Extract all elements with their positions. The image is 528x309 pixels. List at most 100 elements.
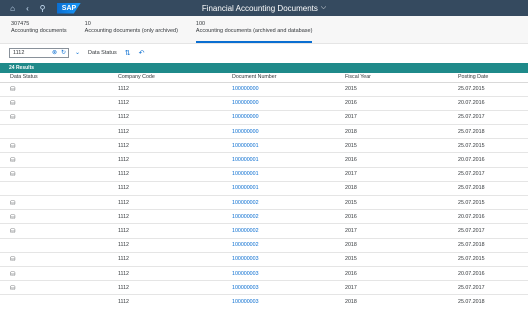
posting-date-cell: 25.07.2015 xyxy=(458,82,528,97)
fiscal-year-cell: 2015 xyxy=(345,252,458,267)
table-row[interactable]: 1112 100000001 2018 25.07.2018 xyxy=(0,181,528,197)
document-number-link[interactable]: 100000000 xyxy=(232,110,345,126)
app-title[interactable]: Financial Accounting Documents xyxy=(202,4,318,13)
table-row[interactable]: ⛁ 1112 100000001 2016 20.07.2016 xyxy=(0,152,528,168)
data-status-cell xyxy=(0,181,118,197)
data-status-cell: ⛁ xyxy=(0,138,118,154)
document-number-link[interactable]: 100000000 xyxy=(232,124,345,140)
data-status-cell: ⛁ xyxy=(0,252,118,267)
data-status-label[interactable]: Data Status xyxy=(88,50,117,56)
company-code-input[interactable]: 1112 ⊗ ↻ xyxy=(9,47,69,58)
archive-icon: ⛁ xyxy=(10,171,16,179)
home-icon[interactable]: ⌂ xyxy=(6,0,19,16)
company-code-cell: 1112 xyxy=(118,181,232,197)
table-row[interactable]: ⛁ 1112 100000001 2015 25.07.2015 xyxy=(0,138,528,154)
fiscal-year-cell: 2015 xyxy=(345,195,458,211)
document-number-link[interactable]: 100000002 xyxy=(232,195,345,211)
document-number-link[interactable]: 100000003 xyxy=(232,280,345,296)
posting-date-cell: 25.07.2017 xyxy=(458,110,528,126)
table-row[interactable]: ⛁ 1112 100000000 2015 25.07.2015 xyxy=(0,82,528,97)
archive-icon: ⛁ xyxy=(10,227,16,235)
archive-icon: ⛁ xyxy=(10,213,16,221)
document-number-link[interactable]: 100000001 xyxy=(232,167,345,182)
header-document-number[interactable]: Document Number xyxy=(232,73,345,83)
posting-date-cell: 20.07.2016 xyxy=(458,266,528,282)
data-status-cell: ⛁ xyxy=(0,152,118,168)
table-row[interactable]: 1112 100000002 2018 25.07.2018 xyxy=(0,238,528,253)
archive-icon: ⛁ xyxy=(10,157,16,165)
fiscal-year-cell: 2018 xyxy=(345,124,458,140)
tab-archived-only[interactable]: 10 Accounting documents (only archived) xyxy=(85,16,178,43)
document-number-link[interactable]: 100000000 xyxy=(232,96,345,111)
fiscal-year-cell: 2017 xyxy=(345,280,458,296)
company-code-cell: 1112 xyxy=(118,124,232,140)
document-number-link[interactable]: 100000002 xyxy=(232,209,345,225)
table-row[interactable]: ⛁ 1112 100000002 2017 25.07.2017 xyxy=(0,223,528,239)
settings-icon[interactable]: ⇅ xyxy=(125,49,131,57)
back-icon[interactable]: ‹ xyxy=(21,0,34,16)
data-status-cell: ⛁ xyxy=(0,266,118,282)
posting-date-cell: 20.07.2016 xyxy=(458,96,528,111)
fiscal-year-cell: 2016 xyxy=(345,209,458,225)
document-number-link[interactable]: 100000001 xyxy=(232,181,345,197)
document-number-link[interactable]: 100000003 xyxy=(232,266,345,282)
posting-date-cell: 20.07.2016 xyxy=(458,209,528,225)
company-code-cell: 1112 xyxy=(118,223,232,239)
results-bar: 24 Results xyxy=(0,63,528,73)
table-row[interactable]: ⛁ 1112 100000000 2017 25.07.2017 xyxy=(0,110,528,126)
company-code-cell: 1112 xyxy=(118,96,232,111)
document-number-link[interactable]: 100000003 xyxy=(232,252,345,267)
filter-bar: 1112 ⊗ ↻ ⌄ Data Status ⇅ ↶ xyxy=(0,44,528,61)
search-icon[interactable]: ⚲ xyxy=(36,0,49,16)
tab-archived-and-database[interactable]: 100 Accounting documents (archived and d… xyxy=(195,16,313,43)
data-status-cell xyxy=(0,294,118,309)
company-code-cell: 1112 xyxy=(118,110,232,126)
document-number-link[interactable]: 100000002 xyxy=(232,223,345,239)
fiscal-year-cell: 2015 xyxy=(345,82,458,97)
table-row[interactable]: 1112 100000003 2018 25.07.2018 xyxy=(0,294,528,309)
document-number-link[interactable]: 100000000 xyxy=(232,82,345,97)
shell-bar: ⌂ ‹ ⚲ SAP Financial Accounting Documents… xyxy=(0,0,528,16)
tab-accounting-documents[interactable]: 307475 Accounting documents xyxy=(11,16,67,43)
undo-icon[interactable]: ↶ xyxy=(139,49,145,57)
fiscal-year-cell: 2018 xyxy=(345,294,458,309)
fiscal-year-cell: 2016 xyxy=(345,266,458,282)
document-number-link[interactable]: 100000001 xyxy=(232,138,345,154)
fiscal-year-cell: 2017 xyxy=(345,167,458,182)
header-fiscal-year[interactable]: Fiscal Year xyxy=(345,73,458,83)
header-company-code[interactable]: Company Code xyxy=(118,73,232,83)
document-number-link[interactable]: 100000003 xyxy=(232,294,345,309)
company-code-cell: 1112 xyxy=(118,138,232,154)
posting-date-cell: 25.07.2015 xyxy=(458,195,528,211)
tab-label: Accounting documents (archived and datab… xyxy=(195,28,313,34)
refresh-icon[interactable]: ↻ xyxy=(59,49,68,56)
table-row[interactable]: ⛁ 1112 100000003 2016 20.07.2016 xyxy=(0,266,528,282)
sap-logo[interactable]: SAP xyxy=(57,2,81,14)
company-code-cell: 1112 xyxy=(118,280,232,296)
fiscal-year-cell: 2018 xyxy=(345,181,458,197)
posting-date-cell: 25.07.2017 xyxy=(458,167,528,182)
document-number-link[interactable]: 100000002 xyxy=(232,238,345,253)
table-row[interactable]: ⛁ 1112 100000003 2017 25.07.2017 xyxy=(0,280,528,296)
posting-date-cell: 25.07.2015 xyxy=(458,252,528,267)
header-data-status[interactable]: Data Status xyxy=(0,73,118,83)
table-row[interactable]: ⛁ 1112 100000001 2017 25.07.2017 xyxy=(0,167,528,182)
posting-date-cell: 20.07.2016 xyxy=(458,152,528,168)
fiscal-year-cell: 2018 xyxy=(345,238,458,253)
chevron-down-icon[interactable]: ⌵ xyxy=(321,4,326,12)
fiscal-year-cell: 2016 xyxy=(345,96,458,111)
table-row[interactable]: ⛁ 1112 100000002 2015 25.07.2015 xyxy=(0,195,528,211)
data-status-cell: ⛁ xyxy=(0,110,118,126)
archive-icon: ⛁ xyxy=(10,100,16,108)
table-row[interactable]: 1112 100000000 2018 25.07.2018 xyxy=(0,124,528,140)
table-row[interactable]: ⛁ 1112 100000002 2016 20.07.2016 xyxy=(0,209,528,225)
company-code-cell: 1112 xyxy=(118,294,232,309)
document-number-link[interactable]: 100000001 xyxy=(232,152,345,168)
data-status-cell xyxy=(0,238,118,253)
table-row[interactable]: ⛁ 1112 100000000 2016 20.07.2016 xyxy=(0,96,528,111)
table-row[interactable]: ⛁ 1112 100000003 2015 25.07.2015 xyxy=(0,252,528,267)
data-status-cell xyxy=(0,124,118,140)
dropdown-icon[interactable]: ⌄ xyxy=(75,49,80,56)
header-posting-date[interactable]: Posting Date xyxy=(458,73,528,83)
clear-icon[interactable]: ⊗ xyxy=(50,49,59,56)
